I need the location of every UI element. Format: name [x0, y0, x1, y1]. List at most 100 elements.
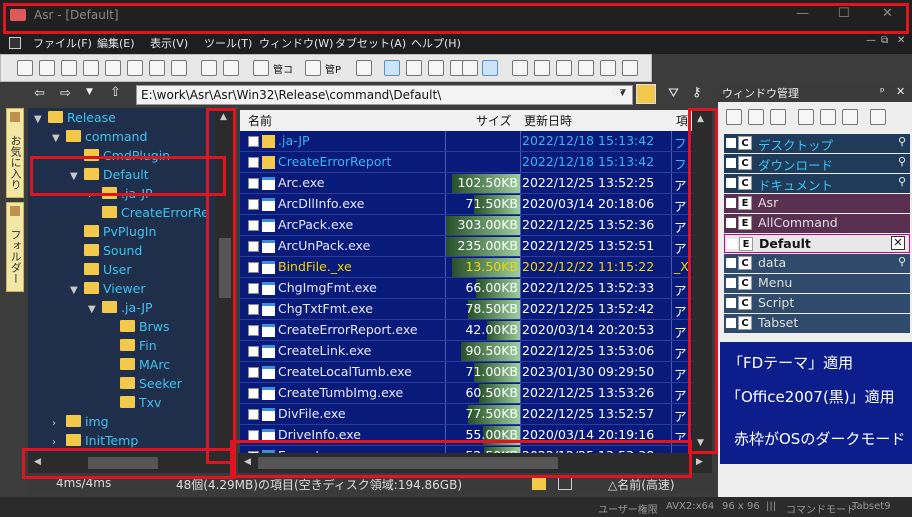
window-item-checkbox[interactable]	[726, 178, 736, 188]
command-manage-label[interactable]: 管コ	[273, 61, 293, 76]
calendar-icon[interactable]	[223, 60, 239, 76]
refresh-icon[interactable]: ⟳	[612, 85, 623, 100]
window-item[interactable]: E Asr	[724, 194, 910, 213]
scroll-up-icon[interactable]: ▲	[697, 114, 704, 124]
window-item-checkbox[interactable]	[726, 318, 736, 328]
tree-item[interactable]: PvPlugIn	[70, 224, 156, 243]
row-checkbox[interactable]	[248, 388, 259, 399]
pin-icon[interactable]: ⚲	[898, 255, 906, 268]
view-icon[interactable]	[556, 60, 572, 76]
menu-help[interactable]: ヘルプ(H)	[411, 35, 461, 51]
tree-item[interactable]: Seeker	[106, 376, 182, 395]
checkbox-empty-icon[interactable]	[462, 60, 478, 76]
tree-item[interactable]: › InitTemp	[52, 433, 138, 452]
row-checkbox[interactable]	[248, 199, 259, 210]
cursor-alt-icon[interactable]	[406, 60, 422, 76]
scroll-left-icon[interactable]: ◀	[244, 457, 251, 467]
table-row[interactable]: ArcUnPack.exe 235.00KB 2022/12/25 13:52:51…	[240, 236, 692, 257]
wrench-icon[interactable]	[149, 60, 165, 76]
mdi-minimize-button[interactable]: —	[866, 35, 876, 46]
scroll-right-icon[interactable]: ▶	[696, 457, 703, 467]
row-checkbox[interactable]	[248, 262, 259, 273]
table-row[interactable]: CreateLocalTumb.exe 71.00KB 2023/01/30 09:…	[240, 362, 692, 383]
column-name[interactable]: 名前	[248, 112, 272, 129]
window-item-checkbox[interactable]	[726, 218, 736, 228]
pane-close-icon[interactable]: ✕	[896, 85, 905, 98]
command-prompt-icon[interactable]	[305, 60, 321, 76]
scroll-left-icon[interactable]: ◀	[34, 457, 41, 467]
tree-item[interactable]: ▼ Default	[70, 167, 149, 186]
tree-item[interactable]: User	[70, 262, 132, 281]
window-icon[interactable]	[127, 60, 143, 76]
tree-item[interactable]: Fin	[106, 338, 157, 357]
cursor-icon[interactable]	[384, 60, 400, 76]
page-icon[interactable]	[105, 60, 121, 76]
tree-item[interactable]: Txv	[106, 395, 161, 414]
table-row[interactable]: Arc.exe 102.50KB 2022/12/25 13:52:25 ア	[240, 173, 692, 194]
table-row[interactable]: ChgImgFmt.exe 66.00KB 2022/12/25 13:52:33 ア	[240, 278, 692, 299]
tile-vertical-icon[interactable]	[726, 109, 742, 125]
pin-icon[interactable]: ⚲	[898, 175, 906, 188]
window-item[interactable]: C Script	[724, 294, 910, 313]
menu-tools[interactable]: ツール(T)	[204, 35, 252, 51]
tree-item[interactable]: CreateErrorRe	[88, 205, 209, 224]
list-hscrollbar[interactable]: ◀ ▶	[238, 453, 712, 473]
tree-item[interactable]: ▼ Viewer	[70, 281, 146, 300]
select-icon[interactable]	[428, 60, 444, 76]
tab-favorites[interactable]: お気に入り	[6, 108, 24, 198]
minimize-button[interactable]: —	[796, 6, 809, 21]
dropdown-icon[interactable]: ▼	[86, 87, 93, 97]
tab-folders[interactable]: フォルダー	[6, 202, 24, 292]
expand-arrow-icon[interactable]: ›	[52, 418, 66, 429]
expand-arrow-icon[interactable]: ▼	[34, 114, 48, 125]
window-item[interactable]: C ダウンロード ⚲	[724, 154, 910, 173]
window-item-checkbox[interactable]	[726, 158, 736, 168]
home-window-icon[interactable]	[798, 109, 814, 125]
window-item-checkbox[interactable]	[726, 198, 736, 208]
mdi-close-button[interactable]: ✕	[897, 35, 905, 46]
menu-edit[interactable]: 編集(E)	[97, 35, 135, 51]
home-icon[interactable]	[356, 60, 372, 76]
table-row[interactable]: DriveInfo.exe 55.00KB 2020/03/14 20:19:16 ア	[240, 425, 692, 446]
table-row[interactable]: ArcPack.exe 303.00KB 2022/12/25 13:52:36 ア	[240, 215, 692, 236]
pin-icon[interactable]: ᵖ	[880, 85, 885, 98]
tree-item[interactable]: CmdPlugin	[70, 148, 170, 167]
sort-indicator[interactable]: △名前(高速)	[608, 476, 675, 493]
table-row[interactable]: ArcDllInfo.exe 71.50KB 2020/03/14 20:18:06…	[240, 194, 692, 215]
column-size[interactable]: サイズ	[476, 112, 512, 129]
window-item[interactable]: C ドキュメント ⚲	[724, 174, 910, 193]
maximize-button[interactable]: ☐	[838, 6, 850, 21]
history-icon[interactable]	[61, 60, 77, 76]
expand-arrow-icon[interactable]: ›	[52, 437, 66, 448]
tree-item[interactable]: ▼ Release	[34, 110, 116, 129]
table-row[interactable]: DivFile.exe 77.50KB 2022/12/25 13:52:57 ア	[240, 404, 692, 425]
table-row[interactable]: CreateTumbImg.exe 60.50KB 2022/12/25 13:53…	[240, 383, 692, 404]
table-row[interactable]: CreateErrorReport 2022/12/18 15:13:42 フ	[240, 152, 692, 173]
copy-icon[interactable]	[512, 60, 528, 76]
table-row[interactable]: ChgTxtFmt.exe 78.50KB 2022/12/25 13:52:42 ア	[240, 299, 692, 320]
tree-item[interactable]: ▼ command	[52, 129, 147, 148]
expand-arrow-icon[interactable]: ▼	[88, 304, 102, 315]
column-date[interactable]: 更新日時	[524, 112, 572, 129]
key-icon[interactable]: ⚷	[692, 85, 702, 100]
row-checkbox[interactable]	[248, 136, 259, 147]
gear-icon[interactable]	[870, 109, 886, 125]
tree-scroll-thumb[interactable]	[219, 238, 231, 298]
row-checkbox[interactable]	[248, 283, 259, 294]
row-checkbox[interactable]	[248, 409, 259, 420]
cascade-icon[interactable]	[770, 109, 786, 125]
expand-arrow-icon[interactable]: ›	[88, 190, 102, 201]
tree-item[interactable]: Sound	[70, 243, 142, 262]
tree-hscroll-thumb[interactable]	[88, 457, 158, 469]
convert-icon[interactable]	[534, 60, 550, 76]
close-button[interactable]: ✕	[882, 6, 893, 21]
export-icon[interactable]	[171, 60, 187, 76]
menu-tabset[interactable]: タブセット(A)	[335, 35, 406, 51]
table-row[interactable]: .ja-JP 2022/12/18 15:13:42 フ	[240, 131, 692, 152]
menu-window[interactable]: ウィンドウ(W)	[259, 35, 333, 51]
checkbox-checked-icon[interactable]	[482, 60, 498, 76]
tree-item[interactable]: › img	[52, 414, 109, 433]
window-item-checkbox[interactable]	[726, 138, 736, 148]
window-item-checkbox[interactable]	[726, 298, 736, 308]
row-checkbox[interactable]	[248, 241, 259, 252]
